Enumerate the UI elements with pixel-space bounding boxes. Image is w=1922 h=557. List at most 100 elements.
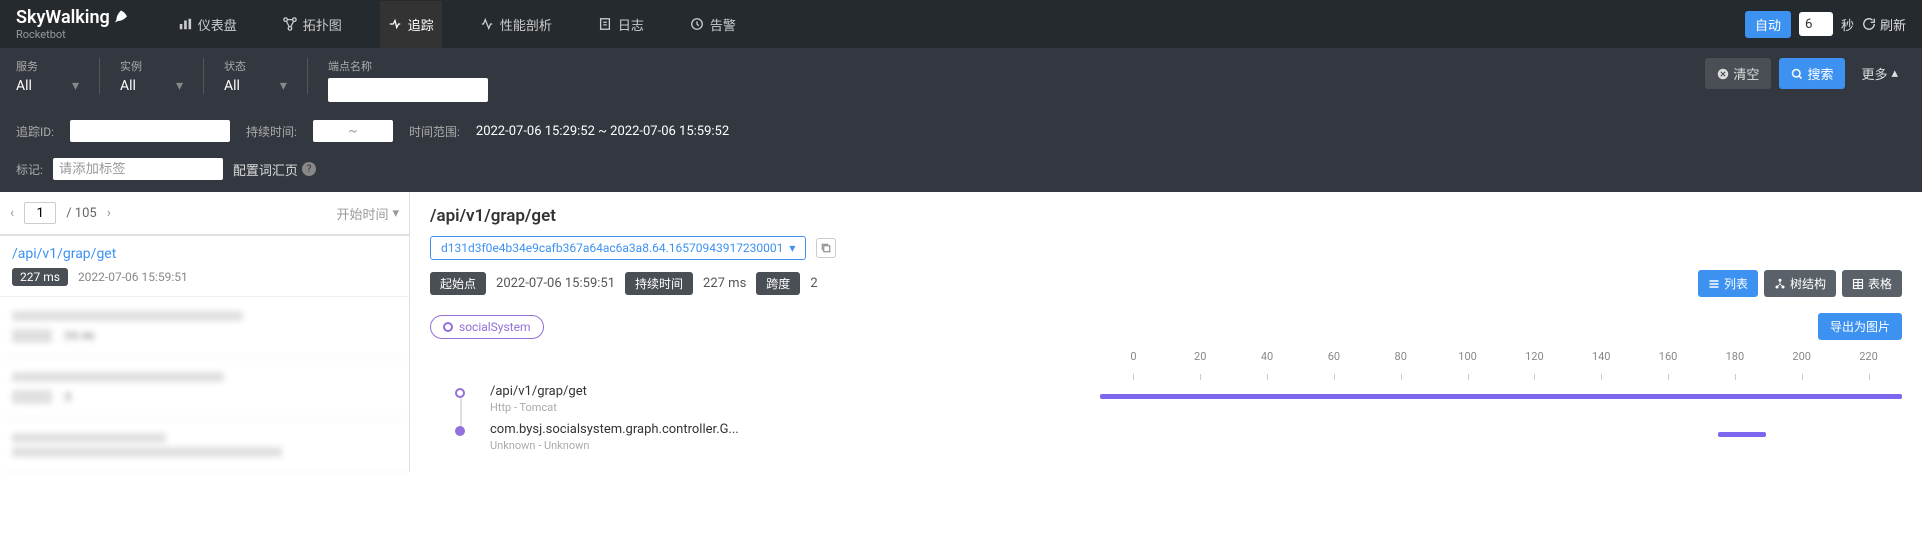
span-name: com.bysj.socialsystem.graph.controller.G… xyxy=(490,422,1100,437)
prev-page-button[interactable]: ‹ xyxy=(10,205,14,221)
next-page-button[interactable]: › xyxy=(107,205,111,221)
status-select[interactable]: All ▾ xyxy=(224,78,287,94)
refresh-label: 刷新 xyxy=(1880,15,1906,34)
tree-icon xyxy=(1774,278,1786,290)
tick: 160 xyxy=(1635,350,1702,380)
chevron-down-icon: ▾ xyxy=(789,241,795,255)
refresh-button[interactable]: 刷新 xyxy=(1862,15,1906,34)
sort-select[interactable]: 开始时间 ▾ xyxy=(336,204,399,223)
span-dot-icon xyxy=(455,388,465,398)
copy-button[interactable] xyxy=(816,238,836,258)
more-button[interactable]: 更多 ▴ xyxy=(1853,58,1906,89)
seconds-input[interactable] xyxy=(1799,12,1833,36)
chevron-down-icon: ▾ xyxy=(280,78,287,94)
nav-trace[interactable]: 追踪 xyxy=(380,1,442,48)
span-bar xyxy=(1100,394,1902,399)
main-content: ‹ / 105 › 开始时间 ▾ /api/v1/grap/get 227 ms… xyxy=(0,192,1922,472)
tick: 120 xyxy=(1501,350,1568,380)
chart-icon xyxy=(178,17,192,31)
nav-label: 仪表盘 xyxy=(198,15,237,34)
filter-bar-3: 标记: 配置词汇页 ? xyxy=(0,150,1922,192)
sort-label: 开始时间 xyxy=(336,204,388,223)
view-list-button[interactable]: 列表 xyxy=(1698,270,1758,297)
service-select[interactable]: All ▾ xyxy=(16,78,79,94)
span-row[interactable]: /api/v1/grap/getHttp - Tomcat xyxy=(430,380,1902,418)
search-label: 搜索 xyxy=(1807,64,1833,83)
vocab-link[interactable]: 配置词汇页 ? xyxy=(233,160,316,179)
nav-topology[interactable]: 拓扑图 xyxy=(275,1,350,48)
service-value: All xyxy=(16,78,32,94)
nav-log[interactable]: 日志 xyxy=(590,1,652,48)
tick-label: 200 xyxy=(1768,350,1835,363)
logo: SkyWalking xyxy=(16,7,130,28)
trace-item[interactable]: :59:46 xyxy=(0,297,409,358)
tick: 200 xyxy=(1768,350,1835,380)
instance-label: 实例 xyxy=(120,58,183,74)
nav-alarm[interactable]: 告警 xyxy=(682,1,744,48)
help-icon: ? xyxy=(302,162,316,176)
span-sub: Unknown - Unknown xyxy=(490,439,1100,452)
refresh-icon xyxy=(1862,17,1876,31)
divider xyxy=(99,58,100,94)
nav-profiling[interactable]: 性能剖析 xyxy=(472,1,560,48)
service-name: socialSystem xyxy=(459,320,531,334)
trace-detail-title: /api/v1/grap/get xyxy=(430,206,1902,226)
pulse-icon xyxy=(480,17,494,31)
trace-meta: 227 ms 2022-07-06 15:59:51 xyxy=(12,268,397,286)
divider xyxy=(203,58,204,94)
duration-badge: 227 ms xyxy=(12,268,68,286)
tick: 40 xyxy=(1234,350,1301,380)
logo-text: SkyWalking xyxy=(16,7,110,28)
trace-id-select[interactable]: d131d3f0e4b34e9cafb367a64ac6a3a8.64.1657… xyxy=(430,236,806,260)
endpoint-input[interactable] xyxy=(328,78,488,102)
trace-detail-panel: /api/v1/grap/get d131d3f0e4b34e9cafb367a… xyxy=(410,192,1922,472)
page-input[interactable] xyxy=(24,202,56,224)
span-bar-area xyxy=(1100,388,1902,406)
auto-button[interactable]: 自动 xyxy=(1745,11,1791,38)
view-tree-button[interactable]: 树结构 xyxy=(1764,270,1836,297)
trace-item[interactable] xyxy=(0,419,409,472)
endpoint-filter: 端点名称 xyxy=(328,58,488,102)
export-button[interactable]: 导出为图片 xyxy=(1818,313,1902,340)
service-filter: 服务 All ▾ xyxy=(16,58,79,94)
timeline-ruler: 020406080100120140160180200220 xyxy=(1100,350,1902,380)
copy-icon xyxy=(820,242,832,254)
instance-select[interactable]: All ▾ xyxy=(120,78,183,94)
tick: 140 xyxy=(1568,350,1635,380)
search-button[interactable]: 搜索 xyxy=(1779,58,1845,89)
span-row[interactable]: com.bysj.socialsystem.graph.controller.G… xyxy=(430,418,1902,456)
clear-button[interactable]: 清空 xyxy=(1705,58,1771,89)
tick-label: 160 xyxy=(1635,350,1702,363)
list-icon xyxy=(1708,278,1720,290)
nav-label: 拓扑图 xyxy=(303,15,342,34)
tick-label: 100 xyxy=(1434,350,1501,363)
view-tree-label: 树结构 xyxy=(1790,275,1826,292)
divider xyxy=(307,58,308,94)
service-dot-icon xyxy=(443,322,453,332)
top-nav: SkyWalking Rocketbot 仪表盘 拓扑图 追踪 性能剖析 日志 … xyxy=(0,0,1922,48)
trace-item[interactable]: :5 xyxy=(0,358,409,419)
nav-label: 追踪 xyxy=(408,15,434,34)
span-label: 跨度 xyxy=(756,272,800,295)
view-table-button[interactable]: 表格 xyxy=(1842,270,1902,297)
tick: 60 xyxy=(1300,350,1367,380)
chevron-up-icon: ▴ xyxy=(1891,66,1898,81)
service-chip[interactable]: socialSystem xyxy=(430,315,544,339)
duration-input[interactable] xyxy=(313,120,393,142)
duration-value: 227 ms xyxy=(703,276,746,291)
more-label: 更多 xyxy=(1861,64,1887,83)
filter-bar-2: 追踪ID: 持续时间: 时间范围: 2022-07-06 15:29:52 ~ … xyxy=(0,112,1922,150)
tick: 180 xyxy=(1701,350,1768,380)
trace-id-value: d131d3f0e4b34e9cafb367a64ac6a3a8.64.1657… xyxy=(441,241,783,255)
start-label: 起始点 xyxy=(430,272,486,295)
nav-items: 仪表盘 拓扑图 追踪 性能剖析 日志 告警 xyxy=(170,1,1745,48)
meta-row: 起始点 2022-07-06 15:59:51 持续时间 227 ms 跨度 2… xyxy=(430,270,1902,297)
tags-input[interactable] xyxy=(53,158,223,180)
trace-item[interactable]: /api/v1/grap/get 227 ms 2022-07-06 15:59… xyxy=(0,236,409,297)
trace-id-input[interactable] xyxy=(70,120,230,142)
nav-dashboard[interactable]: 仪表盘 xyxy=(170,1,245,48)
span-tree xyxy=(430,422,490,436)
span-sub: Http - Tomcat xyxy=(490,401,1100,414)
tick-label: 140 xyxy=(1568,350,1635,363)
timeline-ruler-row: 020406080100120140160180200220 xyxy=(430,350,1902,380)
